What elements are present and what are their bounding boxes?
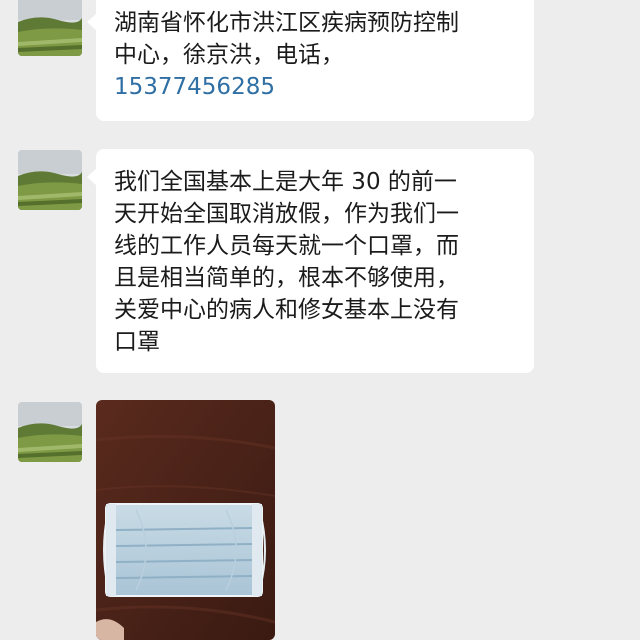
message-text-line: 湖南省怀化市洪江区疾病预防控制 — [114, 10, 459, 36]
message-bubble-2[interactable]: 我们全国基本上是大年 30 的前一 天开始全国取消放假，作为我们一 线的工作人员… — [87, 149, 534, 373]
message-text-line: 且是相当简单的，根本不够使用， — [114, 265, 459, 291]
phone-number-link[interactable]: 15377456285 — [114, 71, 518, 103]
landscape-avatar-icon — [18, 150, 82, 210]
sender-avatar[interactable] — [18, 150, 82, 210]
message-text-line: 我们全国基本上是大年 30 的前一 — [114, 169, 457, 195]
landscape-avatar-icon — [18, 0, 82, 56]
message-text-line: 线的工作人员每天就一个口罩，而 — [114, 233, 459, 259]
message-text-line: 口罩 — [114, 329, 160, 355]
sender-avatar[interactable] — [18, 402, 82, 462]
message-bubble-1[interactable]: 湖南省怀化市洪江区疾病预防控制 中心，徐京洪，电话， 15377456285 — [87, 0, 534, 121]
message-text-line: 天开始全国取消放假，作为我们一 — [114, 201, 459, 227]
message-text-line: 关爱中心的病人和修女基本上没有 — [114, 297, 459, 323]
sender-avatar[interactable] — [18, 0, 82, 56]
message-text-line: 中心，徐京洪，电话， — [114, 42, 344, 68]
landscape-avatar-icon — [18, 402, 82, 462]
face-mask-image — [96, 400, 275, 640]
face-mask-photo[interactable] — [96, 400, 275, 640]
